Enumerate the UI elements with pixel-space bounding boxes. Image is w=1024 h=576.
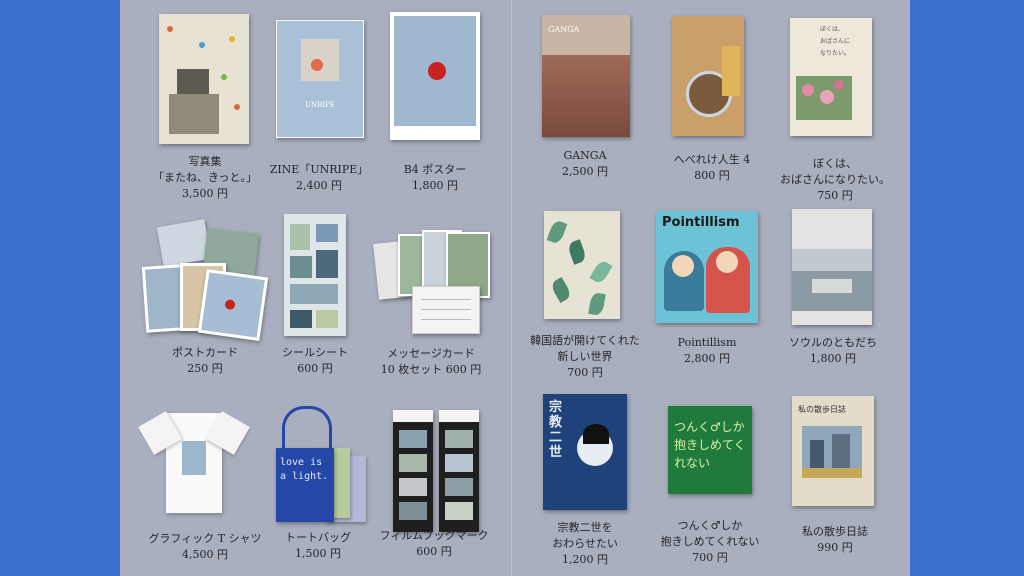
sticker-sheet-image <box>284 214 346 336</box>
pointillism-cover: Pointillism <box>656 211 758 323</box>
bokuwa-title-2: おばさんになりたい。 <box>780 173 890 186</box>
sanpo-cover-text: 私の散歩日誌 <box>798 405 846 414</box>
bookmark-title: フィルムブックマーク <box>379 529 489 542</box>
poster-price: 1,800 円 <box>412 179 458 192</box>
bokuwa-caption: ぼくは、 おばさんになりたい。 750 円 <box>760 156 910 204</box>
bokuwa-price: 750 円 <box>817 189 853 202</box>
product-bookmark[interactable]: フィルムブックマーク 600 円 <box>380 410 495 570</box>
photobook-cover <box>159 14 249 144</box>
tsunku-cover: つんく♂しか抱きしめてくれない <box>668 406 752 494</box>
product-zine[interactable]: UNRIPE ZINE「UNRIPE」 2,400 円 <box>270 10 370 192</box>
bookmark-2 <box>439 410 479 532</box>
korean-price: 700 円 <box>567 366 603 379</box>
shukyo-cover-text: 宗教二世 <box>549 400 563 460</box>
bokuwa-title-1: ぼくは、 <box>813 157 857 170</box>
totebag-blue: love is a light. <box>276 448 334 522</box>
product-korean[interactable]: 韓国語が開けてくれた 新しい世界 700 円 <box>530 205 640 385</box>
pointillism-cover-text: Pointillism <box>662 215 740 230</box>
bokuwa-cover-line-3: なりたい。 <box>820 50 851 57</box>
bokuwa-cover: ぼくは、 おばさんに なりたい。 <box>790 18 872 136</box>
seoul-title: ソウルのともだち <box>789 336 877 349</box>
seoul-price: 1,800 円 <box>810 352 856 365</box>
totebag-text: love is a light. <box>280 457 329 482</box>
shukyo-cover: 宗教二世 <box>543 394 627 510</box>
messagecard-title-2: 10 枚セット 600 円 <box>380 363 482 376</box>
product-seoul[interactable]: ソウルのともだち 1,800 円 <box>778 205 888 385</box>
product-poster[interactable]: B4 ポスター 1,800 円 <box>385 10 485 192</box>
poster-caption: B4 ポスター 1,800 円 <box>360 162 510 194</box>
product-bokuwa[interactable]: ぼくは、 おばさんに なりたい。 ぼくは、 おばさんになりたい。 750 円 <box>780 10 890 202</box>
product-tsunku[interactable]: つんく♂しか抱きしめてくれない つんく♂しか 抱きしめてくれない 700 円 <box>660 400 770 570</box>
sanpo-caption: 私の散歩日誌 990 円 <box>760 524 910 556</box>
korean-cover <box>544 211 620 319</box>
bookmark-caption: フィルムブックマーク 600 円 <box>359 528 509 560</box>
product-ganga[interactable]: GANGA GANGA 2,500 円 <box>535 10 645 190</box>
product-sticker[interactable]: シールシート 600 円 <box>270 210 370 385</box>
bokuwa-cover-line-2: おばさんに <box>820 38 851 45</box>
messagecard-5 <box>412 286 480 334</box>
tsunku-cover-text: つんく♂しか抱きしめてくれない <box>674 420 746 470</box>
seoul-cover <box>792 209 872 325</box>
ganga-cover-text: GANGA <box>548 25 580 34</box>
panel-divider <box>511 0 512 576</box>
poster-title: B4 ポスター <box>403 163 467 176</box>
messagecard-caption: メッセージカード 10 枚セット 600 円 <box>356 346 506 378</box>
sanpo-price: 990 円 <box>817 541 853 554</box>
bookmark-price: 600 円 <box>416 545 452 558</box>
product-pointillism[interactable]: Pointillism Pointillism 2,800 円 <box>650 205 770 385</box>
bookmark-1 <box>393 410 433 532</box>
postcard-5 <box>197 268 269 342</box>
sanpo-title: 私の散歩日誌 <box>802 525 868 538</box>
sanpo-cover: 私の散歩日誌 <box>792 396 874 506</box>
product-sanpo[interactable]: 私の散歩日誌 私の散歩日誌 990 円 <box>780 390 890 570</box>
zine-cover-text: UNRIPE <box>305 101 335 109</box>
tshirt-image <box>138 411 250 513</box>
heberekejinsei-cover <box>672 16 744 136</box>
product-shukyo[interactable]: 宗教二世 宗教二世を おわらせたい 1,200 円 <box>535 390 645 570</box>
product-heberekejinsei[interactable]: へべれけ人生 4 800 円 <box>662 10 762 190</box>
product-messagecard[interactable]: メッセージカード 10 枚セット 600 円 <box>370 222 500 382</box>
seoul-caption: ソウルのともだち 1,800 円 <box>758 335 908 367</box>
bokuwa-cover-line-1: ぼくは、 <box>820 26 845 33</box>
poster-image <box>390 12 480 140</box>
zine-cover: UNRIPE <box>276 20 364 138</box>
totebag-handle <box>282 406 332 453</box>
ganga-cover: GANGA <box>542 15 630 137</box>
messagecard-title-1: メッセージカード <box>387 347 475 360</box>
